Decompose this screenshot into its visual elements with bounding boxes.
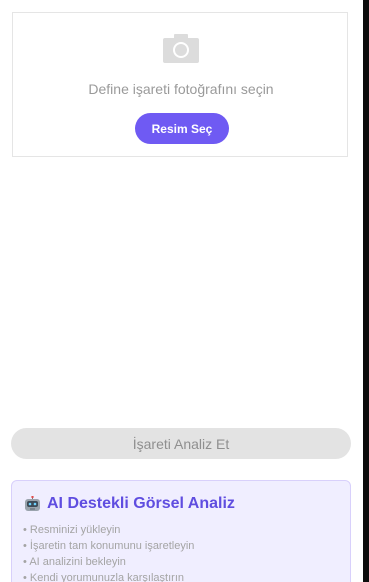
camera-icon — [163, 34, 199, 63]
steps-list: Resminizi yükleyin İşaretin tam konumunu… — [23, 522, 194, 582]
list-item: Kendi yorumunuzla karşılaştırın — [23, 570, 194, 582]
info-title-text: AI Destekli Görsel Analiz — [47, 495, 235, 512]
ai-info-card: AI Destekli Görsel Analiz Resminizi yükl… — [11, 480, 351, 582]
right-edge-bar — [363, 0, 369, 582]
list-item: AI analizini bekleyin — [23, 554, 194, 570]
robot-icon — [25, 495, 40, 511]
list-item: Resminizi yükleyin — [23, 522, 194, 538]
analyze-sign-button[interactable]: İşareti Analiz Et — [11, 428, 351, 459]
upload-prompt: Define işareti fotoğrafını seçin — [88, 81, 274, 97]
select-image-button[interactable]: Resim Seç — [135, 113, 229, 144]
screen: Define işareti fotoğrafını seçin Resim S… — [0, 0, 369, 582]
info-title: AI Destekli Görsel Analiz — [24, 495, 235, 513]
list-item: İşaretin tam konumunu işaretleyin — [23, 538, 194, 554]
image-upload-card[interactable]: Define işareti fotoğrafını seçin Resim S… — [12, 12, 348, 157]
